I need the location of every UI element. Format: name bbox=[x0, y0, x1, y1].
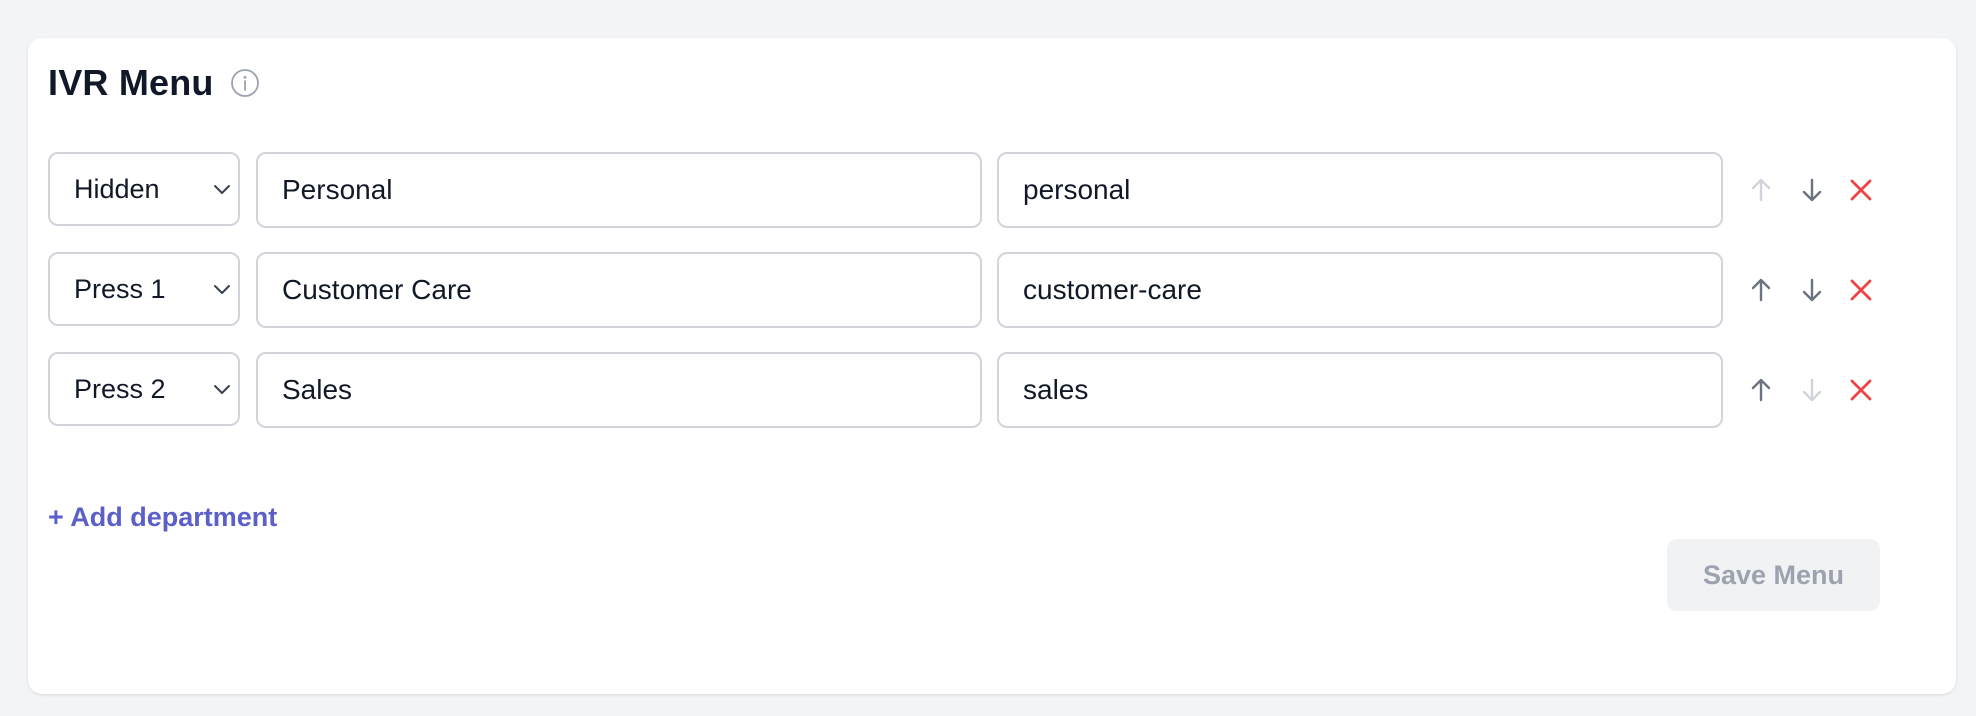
delete-row-button[interactable] bbox=[1843, 272, 1879, 308]
arrow-up-icon bbox=[1751, 378, 1771, 402]
department-slug-input[interactable]: personal bbox=[997, 152, 1723, 228]
chevron-down-icon bbox=[210, 377, 234, 401]
department-row: Press 1 Customer Care customer-care bbox=[48, 252, 1908, 328]
save-menu-label: Save Menu bbox=[1702, 559, 1845, 590]
arrow-up-icon bbox=[1751, 178, 1771, 202]
key-option-select[interactable]: Press 1 bbox=[48, 252, 240, 326]
key-option-select[interactable]: Press 2 bbox=[48, 352, 240, 426]
chevron-down-icon bbox=[210, 177, 234, 201]
department-name-input[interactable]: Sales bbox=[256, 352, 982, 428]
department-name-input[interactable]: Personal bbox=[256, 152, 982, 228]
arrow-down-icon bbox=[1802, 378, 1822, 402]
department-slug-input[interactable]: customer-care bbox=[997, 252, 1723, 328]
info-icon[interactable] bbox=[230, 68, 260, 98]
row-actions bbox=[1743, 252, 1903, 328]
move-down-button[interactable] bbox=[1794, 172, 1830, 208]
arrow-down-icon bbox=[1802, 278, 1822, 302]
key-option-value: Press 2 bbox=[74, 373, 166, 404]
card-header: IVR Menu bbox=[48, 58, 260, 108]
department-row: Hidden Personal personal bbox=[48, 152, 1908, 228]
row-actions bbox=[1743, 152, 1903, 228]
move-up-button[interactable] bbox=[1743, 372, 1779, 408]
row-actions bbox=[1743, 352, 1903, 428]
key-option-value: Press 1 bbox=[74, 273, 166, 304]
key-option-select[interactable]: Hidden bbox=[48, 152, 240, 226]
page-title: IVR Menu bbox=[48, 62, 214, 103]
close-icon bbox=[1850, 279, 1872, 301]
arrow-down-icon bbox=[1802, 178, 1822, 202]
move-down-button[interactable] bbox=[1794, 272, 1830, 308]
department-slug-input[interactable]: sales bbox=[997, 352, 1723, 428]
delete-row-button[interactable] bbox=[1843, 172, 1879, 208]
key-option-value: Hidden bbox=[74, 173, 160, 204]
move-up-button[interactable] bbox=[1743, 272, 1779, 308]
department-row: Press 2 Sales sales bbox=[48, 352, 1908, 428]
move-up-button[interactable] bbox=[1743, 172, 1779, 208]
close-icon bbox=[1850, 379, 1872, 401]
add-department-link[interactable]: + Add department bbox=[48, 502, 277, 533]
chevron-down-icon bbox=[210, 277, 234, 301]
close-icon bbox=[1850, 179, 1872, 201]
delete-row-button[interactable] bbox=[1843, 372, 1879, 408]
move-down-button[interactable] bbox=[1794, 372, 1830, 408]
save-menu-button[interactable]: Save Menu bbox=[1667, 539, 1880, 611]
department-name-input[interactable]: Customer Care bbox=[256, 252, 982, 328]
arrow-up-icon bbox=[1751, 278, 1771, 302]
